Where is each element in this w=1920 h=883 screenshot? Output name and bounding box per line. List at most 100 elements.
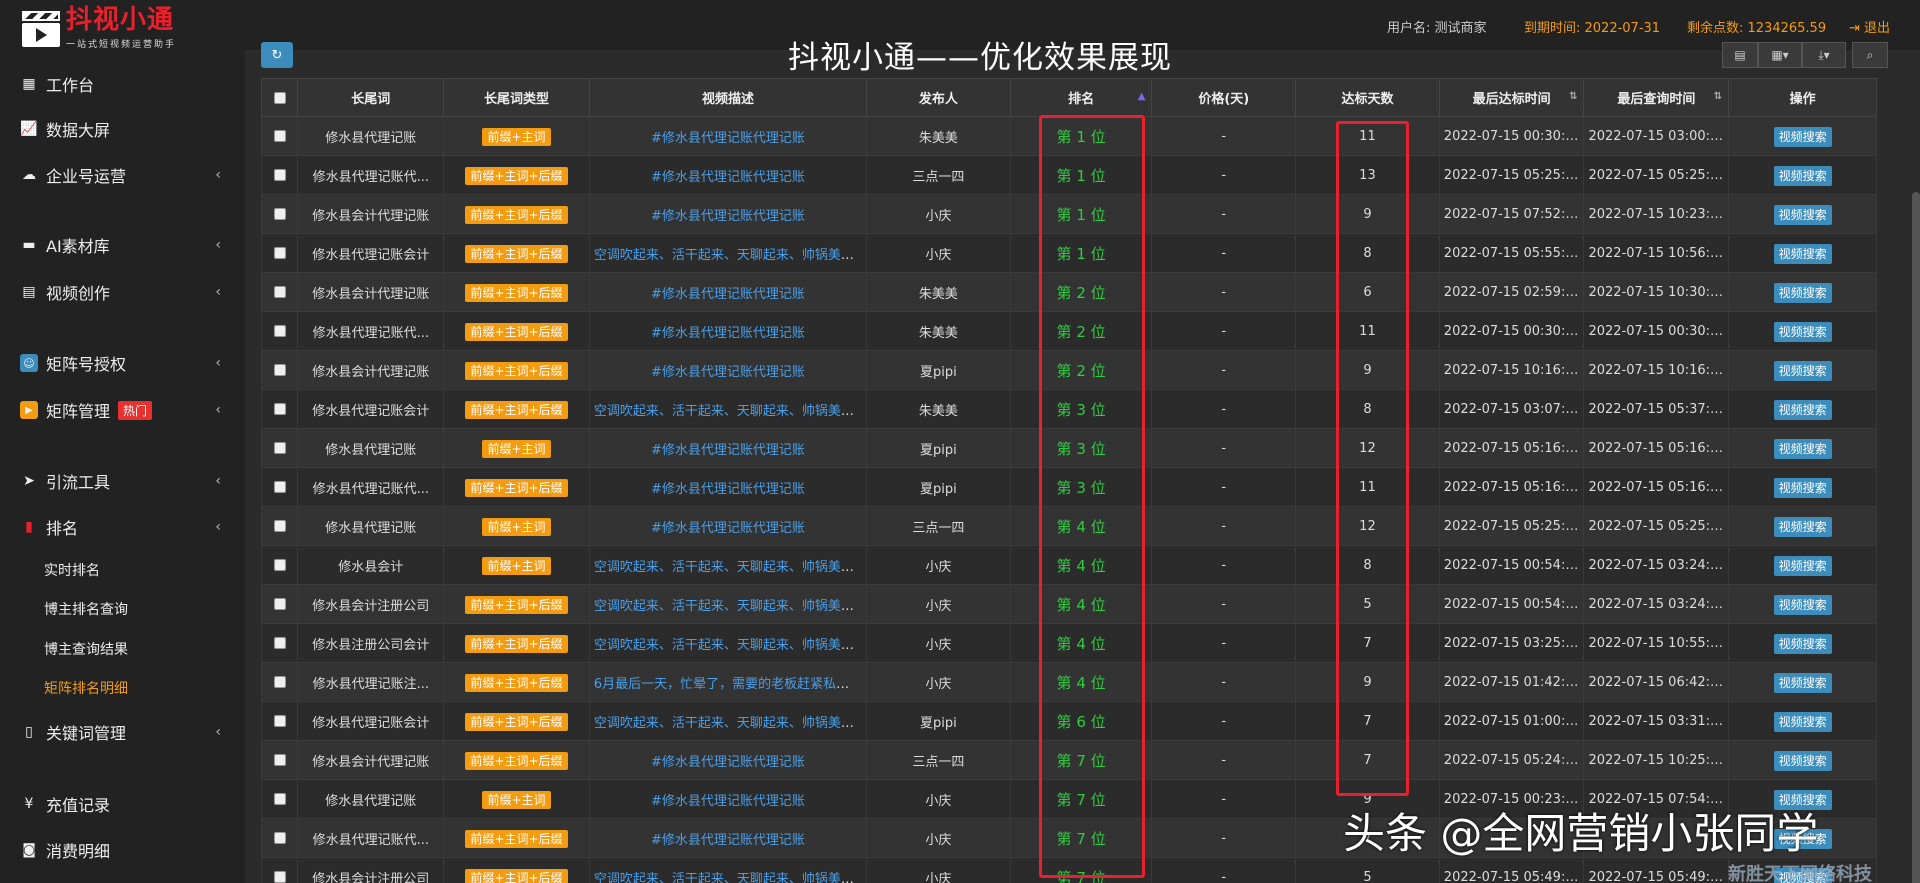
video-desc-link[interactable]: 空调吹起来、活干起来、天聊起来、帅锅美女... [594,248,866,263]
sidebar-item-matrix-auth[interactable]: ☺ 矩阵号授权 ‹ [0,343,245,383]
video-desc-link[interactable]: #修水县代理记账代理记账 [651,521,805,536]
cell-video-desc[interactable]: 6月最后一天，忙晕了，需要的老板赶紧私信 #... [588,662,868,702]
sidebar-item-ranking[interactable]: ▮ 排名 ‹ [0,507,245,547]
sidebar-subitem-blogger-results[interactable]: 博主查询结果 [0,631,245,667]
cell-video-desc[interactable]: #修水县代理记账代理记账 [588,350,868,390]
video-desc-link[interactable]: #修水县代理记账代理记账 [651,131,805,146]
sidebar-item-video-create[interactable]: ▤ 视频创作 ‹ [0,272,245,312]
cell-video-desc[interactable]: 空调吹起来、活干起来、天聊起来、帅锅美女... [588,857,868,883]
video-desc-link[interactable]: #修水县代理记账代理记账 [651,794,805,809]
video-desc-link[interactable]: #修水县代理记账代理记账 [651,209,805,224]
sidebar-item-traffic-tools[interactable]: ➤ 引流工具 ‹ [0,461,245,501]
row-checkbox[interactable] [260,194,299,234]
row-checkbox[interactable] [260,155,299,195]
export-button[interactable]: ⤓▾ [1802,42,1846,68]
row-checkbox[interactable] [260,545,299,585]
sidebar-item-keyword-manage[interactable]: ▯ 关键词管理 ‹ [0,712,245,752]
video-search-button[interactable]: 视频搜索 [1773,165,1832,186]
col-header-rank[interactable]: 排名 ▲ [1009,78,1153,117]
row-checkbox[interactable] [260,116,299,156]
cell-video-desc[interactable]: #修水县代理记账代理记账 [588,740,868,780]
sidebar-item-matrix-manage[interactable]: ▶ 矩阵管理 热门 ‹ [0,390,245,430]
video-desc-link[interactable]: #修水县代理记账代理记账 [651,755,805,770]
toggle-view-button[interactable]: ▤ [1722,42,1758,68]
col-header-last-query[interactable]: 最后查询时间 ⇅ [1583,78,1730,117]
row-checkbox[interactable] [260,350,299,390]
video-search-button[interactable]: 视频搜索 [1773,204,1832,225]
video-desc-link[interactable]: 空调吹起来、活干起来、天聊起来、帅锅美女... [594,872,866,883]
sidebar-subitem-matrix-rank-detail[interactable]: 矩阵排名明细 [0,670,245,706]
sidebar-subitem-blogger-rank[interactable]: 博主排名查询 [0,591,245,627]
sidebar-item-recharge[interactable]: ¥ 充值记录 [0,784,245,824]
col-header-last-reach[interactable]: 最后达标时间 ⇅ [1438,78,1585,117]
cell-video-desc[interactable]: 空调吹起来、活干起来、天聊起来、帅锅美女... [588,389,868,429]
video-desc-link[interactable]: #修水县代理记账代理记账 [651,170,805,185]
video-desc-link[interactable]: #修水县代理记账代理记账 [651,287,805,302]
video-desc-link[interactable]: 空调吹起来、活干起来、天聊起来、帅锅美女... [594,716,866,731]
video-desc-link[interactable]: 空调吹起来、活干起来、天聊起来、帅锅美女... [594,638,866,653]
video-search-button[interactable]: 视频搜索 [1773,672,1832,693]
video-search-button[interactable]: 视频搜索 [1773,555,1832,576]
row-checkbox[interactable] [260,311,299,351]
sidebar-item-enterprise[interactable]: ☁ 企业号运营 ‹ [0,155,245,195]
cell-video-desc[interactable]: 空调吹起来、活干起来、天聊起来、帅锅美女... [588,233,868,273]
row-checkbox[interactable] [260,467,299,507]
cell-video-desc[interactable]: 空调吹起来、活干起来、天聊起来、帅锅美女... [588,623,868,663]
row-checkbox[interactable] [260,857,299,883]
columns-button[interactable]: ▦▾ [1758,42,1802,68]
video-search-button[interactable]: 视频搜索 [1773,360,1832,381]
cell-video-desc[interactable]: #修水县代理记账代理记账 [588,818,868,858]
select-all-checkbox[interactable] [260,78,299,117]
video-desc-link[interactable]: 空调吹起来、活干起来、天聊起来、帅锅美女... [594,404,866,419]
video-search-button[interactable]: 视频搜索 [1773,594,1832,615]
cell-video-desc[interactable]: #修水县代理记账代理记账 [588,311,868,351]
row-checkbox[interactable] [260,389,299,429]
cell-video-desc[interactable]: #修水县代理记账代理记账 [588,116,868,156]
row-checkbox[interactable] [260,779,299,819]
video-search-button[interactable]: 视频搜索 [1773,243,1832,264]
row-checkbox[interactable] [260,272,299,312]
cell-video-desc[interactable]: #修水县代理记账代理记账 [588,272,868,312]
video-desc-link[interactable]: 空调吹起来、活干起来、天聊起来、帅锅美女... [594,599,866,614]
refresh-button[interactable]: ↻ [261,42,293,68]
video-desc-link[interactable]: 6月最后一天，忙晕了，需要的老板赶紧私信 #... [594,677,866,692]
video-search-button[interactable]: 视频搜索 [1773,750,1832,771]
video-desc-link[interactable]: #修水县代理记账代理记账 [651,833,805,848]
row-checkbox[interactable] [260,623,299,663]
video-desc-link[interactable]: 空调吹起来、活干起来、天聊起来、帅锅美女... [594,560,866,575]
row-checkbox[interactable] [260,428,299,468]
video-desc-link[interactable]: #修水县代理记账代理记账 [651,365,805,380]
scrollbar[interactable] [1912,192,1920,883]
sidebar-item-consumption[interactable]: ◙ 消费明细 [0,830,245,870]
cell-video-desc[interactable]: #修水县代理记账代理记账 [588,155,868,195]
cell-video-desc[interactable]: 空调吹起来、活干起来、天聊起来、帅锅美女... [588,545,868,585]
video-search-button[interactable]: 视频搜索 [1773,516,1832,537]
row-checkbox[interactable] [260,818,299,858]
video-search-button[interactable]: 视频搜索 [1773,282,1832,303]
video-search-button[interactable]: 视频搜索 [1773,399,1832,420]
sidebar-subitem-realtime-rank[interactable]: 实时排名 [0,552,245,588]
row-checkbox[interactable] [260,740,299,780]
cell-video-desc[interactable]: 空调吹起来、活干起来、天聊起来、帅锅美女... [588,584,868,624]
logout-link[interactable]: ⇥ 退出 [1849,17,1890,36]
video-search-button[interactable]: 视频搜索 [1773,711,1832,732]
search-button[interactable]: ⌕ [1852,42,1888,68]
row-checkbox[interactable] [260,584,299,624]
video-search-button[interactable]: 视频搜索 [1773,126,1832,147]
sidebar-item-ai-library[interactable]: ▬ AI素材库 ‹ [0,225,245,265]
row-checkbox[interactable] [260,701,299,741]
video-search-button[interactable]: 视频搜索 [1773,321,1832,342]
video-desc-link[interactable]: #修水县代理记账代理记账 [651,326,805,341]
video-search-button[interactable]: 视频搜索 [1773,438,1832,459]
cell-video-desc[interactable]: #修水县代理记账代理记账 [588,428,868,468]
video-search-button[interactable]: 视频搜索 [1773,633,1832,654]
video-desc-link[interactable]: #修水县代理记账代理记账 [651,482,805,497]
cell-video-desc[interactable]: #修水县代理记账代理记账 [588,194,868,234]
video-desc-link[interactable]: #修水县代理记账代理记账 [651,443,805,458]
sidebar-item-workbench[interactable]: ▦ 工作台 [0,64,245,104]
video-search-button[interactable]: 视频搜索 [1773,477,1832,498]
sidebar-item-data-screen[interactable]: 📈 数据大屏 [0,109,245,149]
row-checkbox[interactable] [260,662,299,702]
row-checkbox[interactable] [260,233,299,273]
cell-video-desc[interactable]: #修水县代理记账代理记账 [588,467,868,507]
